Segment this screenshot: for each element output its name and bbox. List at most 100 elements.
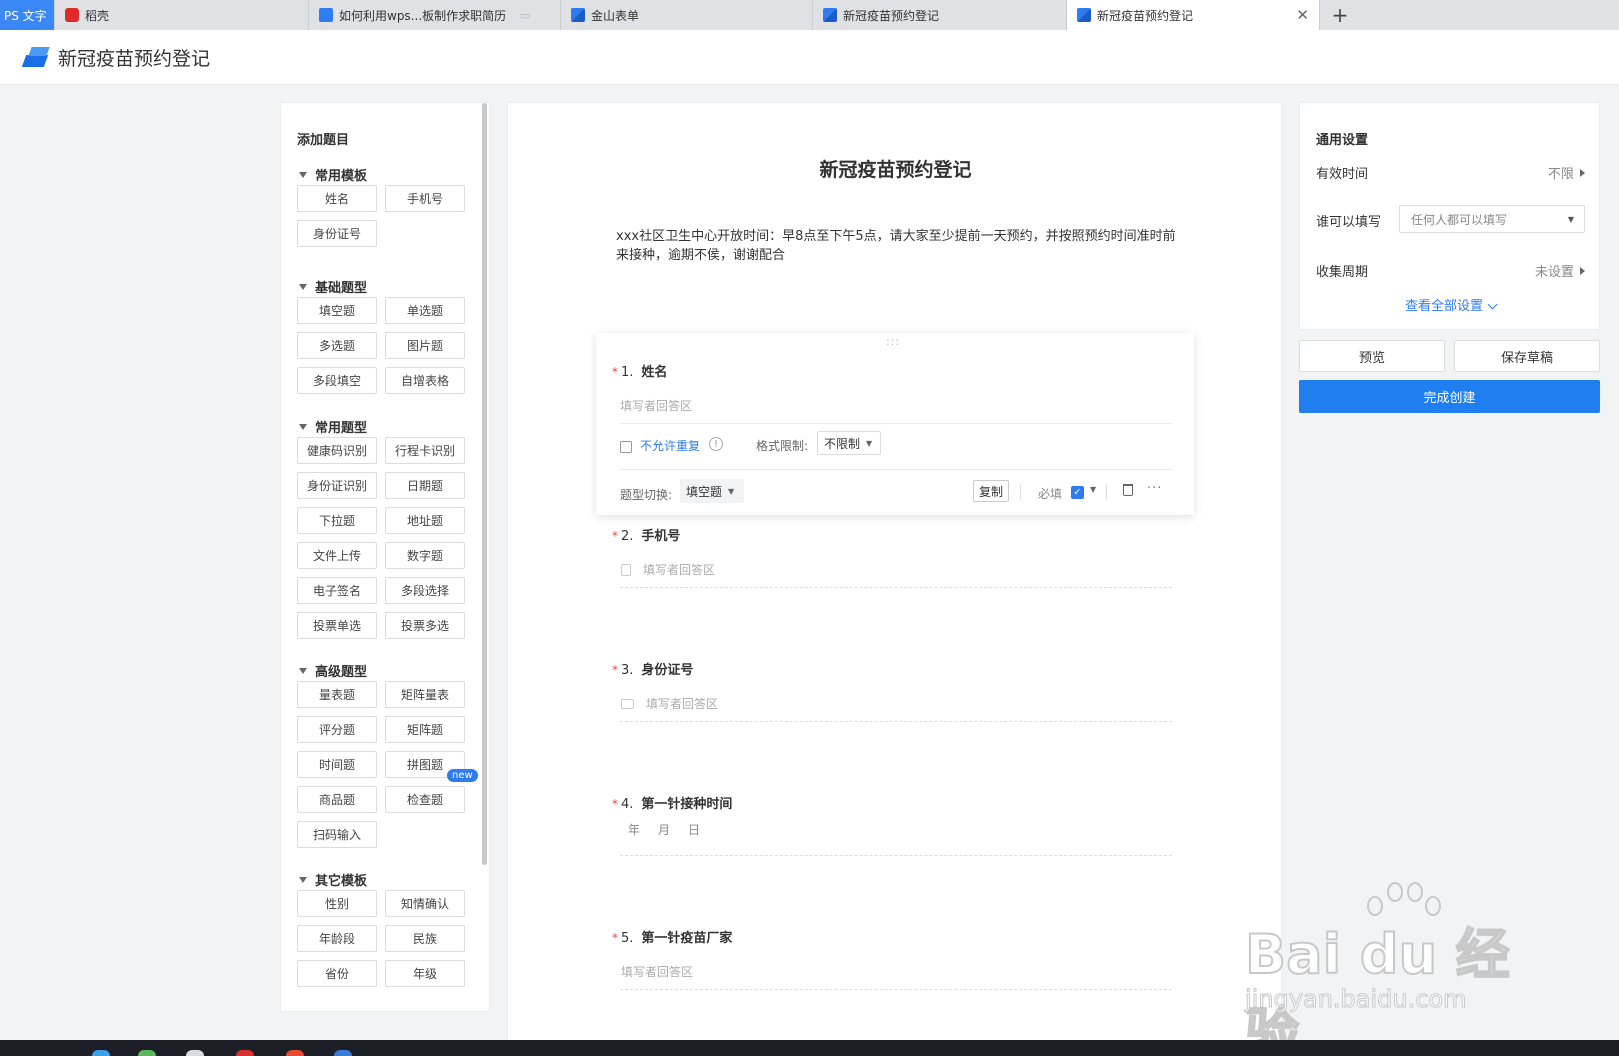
tab-vaccine-active[interactable]: 新冠疫苗预约登记 ✕ <box>1067 0 1320 30</box>
question-type-button[interactable]: 自增表格 <box>385 367 465 394</box>
type-switch-select[interactable]: 填空题 ▼ <box>680 479 744 503</box>
question-number: 1. <box>621 365 634 380</box>
more-icon[interactable]: ··· <box>1147 481 1162 496</box>
question-type-button[interactable]: 下拉题 <box>297 507 377 534</box>
question-type-button[interactable]: 省份 <box>297 960 377 987</box>
question-type-button[interactable]: 知情确认 <box>385 890 465 917</box>
question-type-button[interactable]: 多选题 <box>297 332 377 359</box>
copy-button[interactable]: 复制 <box>973 480 1009 502</box>
question-type-button[interactable]: 时间题 <box>297 751 377 778</box>
question-type-button[interactable]: 日期题 <box>385 472 465 499</box>
tab-label: 如何利用wps...板制作求职简历 <box>339 8 507 23</box>
question-type-button[interactable]: 量表题 <box>297 681 377 708</box>
section-header[interactable]: 常用题型 <box>299 417 367 436</box>
question-type-button[interactable]: 性别 <box>297 890 377 917</box>
question-type-button[interactable]: 身份证号 <box>297 220 377 247</box>
question-type-button[interactable]: 手机号 <box>385 185 465 212</box>
view-all-settings-link[interactable]: 查看全部设置 <box>1300 295 1601 314</box>
section-header[interactable]: 高级题型 <box>299 661 367 680</box>
question-type-button[interactable]: 健康码识别 <box>297 437 377 464</box>
question-type-button[interactable]: 填空题 <box>297 297 377 324</box>
form-title[interactable]: 新冠疫苗预约登记 <box>508 155 1281 182</box>
question-type-button[interactable]: 矩阵题 <box>385 716 465 743</box>
date-day: 日 <box>688 823 701 837</box>
question-type-button[interactable]: 身份证识别 <box>297 472 377 499</box>
tab-kingsoft-form[interactable]: 金山表单 <box>561 0 813 30</box>
no-repeat-checkbox[interactable] <box>620 441 632 453</box>
question-type-button[interactable]: 多段选择 <box>385 577 465 604</box>
section-header[interactable]: 其它模板 <box>299 870 367 889</box>
type-switch-value: 填空题 <box>686 484 723 499</box>
question-type-button[interactable]: 地址题 <box>385 507 465 534</box>
info-icon[interactable]: ! <box>709 437 723 451</box>
preview-button[interactable]: 预览 <box>1299 340 1445 372</box>
save-draft-button[interactable]: 保存草稿 <box>1454 340 1600 372</box>
question-type-button[interactable]: 图片题 <box>385 332 465 359</box>
question-type-button[interactable]: 文件上传 <box>297 542 377 569</box>
question-card-active[interactable]: ::: * 1. 姓名 填写者回答区 不允许重复 ! 格式限制: 不限制 ▼ 题型… <box>596 333 1194 515</box>
question-type-button[interactable]: 年龄段 <box>297 925 377 952</box>
page-title: 新冠疫苗预约登记 <box>58 47 211 70</box>
tab-label: PS 文字 <box>4 8 47 23</box>
question-title[interactable]: 身份证号 <box>641 659 693 678</box>
question-type-button[interactable]: 扫码输入 <box>297 821 377 848</box>
no-repeat-label[interactable]: 不允许重复 <box>640 437 700 454</box>
question-title[interactable]: 第一针接种时间 <box>641 793 732 812</box>
chevron-right-icon <box>1580 168 1585 177</box>
collect-cycle-text: 未设置 <box>1534 265 1574 280</box>
chevron-down-icon <box>1487 299 1498 310</box>
tab-resume[interactable]: 如何利用wps...板制作求职简历 ▭ <box>309 0 561 30</box>
view-all-text: 查看全部设置 <box>1404 299 1483 314</box>
delete-icon[interactable] <box>1123 484 1133 496</box>
required-star: * <box>612 365 618 379</box>
section-header[interactable]: 常用模板 <box>299 165 367 184</box>
close-icon[interactable]: ✕ <box>1296 6 1309 24</box>
question-type-button[interactable]: 电子签名 <box>297 577 377 604</box>
app-icon[interactable] <box>236 1050 254 1056</box>
format-limit-select[interactable]: 不限制 ▼ <box>817 431 881 455</box>
question-type-button[interactable]: 数字题 <box>385 542 465 569</box>
valid-time-value[interactable]: 不限 <box>1548 163 1585 182</box>
form-description[interactable]: xxx社区卫生中心开放时间：早8点至下午5点，请大家至少提前一天预约，并按照预约… <box>616 227 1176 265</box>
question-type-button[interactable]: 投票单选 <box>297 612 377 639</box>
ie-icon[interactable] <box>92 1050 110 1056</box>
question-type-button[interactable]: 行程卡识别 <box>385 437 465 464</box>
app-icon[interactable] <box>334 1050 352 1056</box>
question-palette: 添加题目 常用模板 姓名 手机号 身份证号 基础题型 填空题 单选题 多选题 图片题 多段填空 自增… <box>280 102 490 1012</box>
tab-ps-text[interactable]: PS 文字 <box>0 0 55 30</box>
new-tab-button[interactable]: + <box>1320 0 1360 30</box>
caret-down-icon[interactable]: ▼ <box>1090 485 1096 494</box>
phone-icon <box>621 563 631 576</box>
collect-cycle-value[interactable]: 未设置 <box>1535 261 1585 280</box>
tab-label: 新冠疫苗预约登记 <box>843 8 940 23</box>
question-type-button[interactable]: 检查题 <box>385 786 465 813</box>
question-type-button[interactable]: 商品题 <box>297 786 377 813</box>
question-title[interactable]: 手机号 <box>641 525 680 544</box>
question-title[interactable]: 第一针疫苗厂家 <box>641 927 732 946</box>
question-title[interactable]: 姓名 <box>641 361 667 380</box>
question-type-button[interactable]: 多段填空 <box>297 367 377 394</box>
scrollbar[interactable] <box>482 103 487 865</box>
section-label: 基础题型 <box>315 281 368 296</box>
question-type-button[interactable]: 单选题 <box>385 297 465 324</box>
format-limit-label: 格式限制: <box>756 439 809 453</box>
section-header[interactable]: 基础题型 <box>299 277 367 296</box>
required-checkbox[interactable]: ✓ <box>1071 486 1084 499</box>
who-can-fill-select[interactable]: 任何人都可以填写 ▼ <box>1399 205 1585 233</box>
app-header: 新冠疫苗预约登记 <box>0 30 1619 85</box>
question-type-button[interactable]: 年级 <box>385 960 465 987</box>
drag-handle[interactable]: ::: <box>886 335 900 348</box>
question-type-button[interactable]: 评分题 <box>297 716 377 743</box>
question-type-button[interactable]: 投票多选 <box>385 612 465 639</box>
app-icon[interactable] <box>138 1050 156 1056</box>
finish-create-button[interactable]: 完成创建 <box>1299 380 1600 413</box>
answer-area: 填写者回答区 <box>621 561 715 578</box>
question-type-button[interactable]: 矩阵量表 <box>385 681 465 708</box>
question-type-button[interactable]: 民族 <box>385 925 465 952</box>
tab-daoke[interactable]: 稻壳 <box>55 0 309 30</box>
required-star: * <box>612 663 618 677</box>
tab-vaccine-1[interactable]: 新冠疫苗预约登记 <box>813 0 1067 30</box>
app-icon[interactable] <box>186 1050 204 1056</box>
question-type-button[interactable]: 姓名 <box>297 185 377 212</box>
app-icon[interactable] <box>286 1050 304 1056</box>
